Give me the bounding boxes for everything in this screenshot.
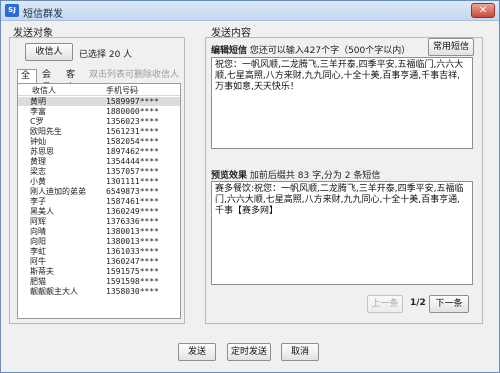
recipient-name: 斯蒂夫 bbox=[30, 267, 54, 276]
recipient-phone: 1561231**** bbox=[106, 127, 159, 136]
cancel-button[interactable]: 取消 bbox=[281, 343, 319, 361]
recipient-phone: 1591575**** bbox=[106, 267, 159, 276]
column-header-recipient[interactable]: 收信人 bbox=[32, 85, 56, 96]
recipient-phone: 1361033**** bbox=[106, 247, 159, 256]
recipient-name: 钟灿 bbox=[30, 137, 46, 146]
close-button[interactable]: ✕ bbox=[471, 3, 495, 18]
prev-message-button[interactable]: 上一条 bbox=[367, 295, 403, 313]
sms-editor[interactable]: 祝您：一帆风顺,二龙腾飞,三羊开泰,四季平安,五福临门,六六大顺,七星高照,八方… bbox=[211, 57, 473, 149]
recipient-phone: 1582054**** bbox=[106, 137, 159, 146]
recipient-name: 黄理 bbox=[30, 157, 46, 166]
preview-hint: 加前后缀共 83 字,分为 2 条短信 bbox=[249, 171, 381, 181]
recipient-name: 苏思思 bbox=[30, 147, 54, 156]
recipient-name: 黑美人 bbox=[30, 207, 54, 216]
table-row[interactable]: 黄理 1354444**** bbox=[18, 157, 180, 166]
sms-broadcast-window: SJ 短信群发 ✕ 发送对象 收信人 已选择 20 人 全部 会员 客户 双击列… bbox=[0, 0, 500, 373]
table-row[interactable]: 梁志 1357057**** bbox=[18, 167, 180, 176]
recipient-name: 阿辉 bbox=[30, 217, 46, 226]
recipient-phone: 6549873**** bbox=[106, 187, 159, 196]
recipient-name: 小黄 bbox=[30, 177, 46, 186]
recipient-phone: 1380013**** bbox=[106, 227, 159, 236]
recipient-phone: 1897462**** bbox=[106, 147, 159, 156]
recipient-phone: 1380013**** bbox=[106, 237, 159, 246]
table-row[interactable]: 刚人迪加的弟弟 6549873**** bbox=[18, 187, 180, 196]
tab-members[interactable]: 会员 bbox=[39, 69, 61, 93]
recipient-name: 欧阳先生 bbox=[30, 127, 62, 136]
send-button[interactable]: 发送 bbox=[178, 343, 216, 361]
recipient-name: 黄明 bbox=[30, 97, 46, 106]
tab-customers[interactable]: 客户 bbox=[63, 69, 85, 93]
window-title: 短信群发 bbox=[23, 9, 63, 20]
recipient-name: 向晴 bbox=[30, 227, 46, 236]
recipient-phone: 1301111**** bbox=[106, 177, 159, 186]
recipient-phone: 1360249**** bbox=[106, 207, 159, 216]
common-sms-button[interactable]: 常用短信 bbox=[428, 38, 474, 56]
recipient-name: 梁志 bbox=[30, 167, 46, 176]
table-row[interactable]: 钟灿 1582054**** bbox=[18, 137, 180, 146]
table-row[interactable]: 李富 1880000**** bbox=[18, 107, 180, 116]
sms-preview: 赛多餐饮:祝您：一帆风顺,二龙腾飞,三羊开泰,四季平安,五福临门,六六大顺,七星… bbox=[211, 181, 473, 285]
recipient-phone: 1376336**** bbox=[106, 217, 159, 226]
tab-hint: 双击列表可删除收信人 bbox=[89, 70, 180, 80]
column-header-phone[interactable]: 手机号码 bbox=[106, 85, 138, 96]
next-message-button[interactable]: 下一条 bbox=[429, 295, 469, 313]
title-bar: SJ 短信群发 ✕ bbox=[1, 1, 499, 21]
recipient-name: 阿牛 bbox=[30, 257, 46, 266]
table-row[interactable]: 黑美人 1360249**** bbox=[18, 207, 180, 216]
table-row[interactable]: 阿牛 1360247**** bbox=[18, 257, 180, 266]
recipient-phone: 1354444**** bbox=[106, 157, 159, 166]
recipient-phone: 1358030**** bbox=[106, 287, 159, 296]
timed-send-button[interactable]: 定时发送 bbox=[227, 343, 271, 361]
table-row[interactable]: 向阳 1380013**** bbox=[18, 237, 180, 246]
recipient-phone: 1357057**** bbox=[106, 167, 159, 176]
recipient-name: 肥猫 bbox=[30, 277, 46, 286]
recipient-phone: 1587461**** bbox=[106, 197, 159, 206]
table-row[interactable]: 苏思思 1897462**** bbox=[18, 147, 180, 156]
edit-sms-title: 编辑短信 bbox=[211, 46, 248, 56]
app-icon: SJ bbox=[5, 4, 19, 17]
recipient-phone: 1880000**** bbox=[106, 107, 159, 116]
edit-sms-label: 编辑短信 您还可以输入427个字（500个字以内） bbox=[211, 43, 410, 56]
table-row[interactable]: 李子 1587461**** bbox=[18, 197, 180, 206]
table-row[interactable]: 向晴 1380013**** bbox=[18, 227, 180, 236]
table-row[interactable]: 李虹 1361033**** bbox=[18, 247, 180, 256]
table-row[interactable]: 黄明 1589997**** bbox=[18, 97, 180, 106]
recipient-phone: 1356023**** bbox=[106, 117, 159, 126]
recipient-name: 靓靓靓主大人 bbox=[30, 287, 78, 296]
recipient-phone: 1591598**** bbox=[106, 277, 159, 286]
recipient-name: 李子 bbox=[30, 197, 46, 206]
recipient-button[interactable]: 收信人 bbox=[25, 43, 73, 61]
recipient-phone: 1360247**** bbox=[106, 257, 159, 266]
recipient-name: 李虹 bbox=[30, 247, 46, 256]
selected-count: 已选择 20 人 bbox=[79, 50, 133, 60]
preview-label: 预览效果 加前后缀共 83 字,分为 2 条短信 bbox=[211, 168, 380, 181]
table-row[interactable]: 阿辉 1376336**** bbox=[18, 217, 180, 226]
table-row[interactable]: 肥猫 1591598**** bbox=[18, 277, 180, 286]
edit-sms-hint: 您还可以输入427个字（500个字以内） bbox=[249, 46, 411, 56]
table-row[interactable]: 靓靓靓主大人 1358030**** bbox=[18, 287, 180, 296]
recipient-list[interactable]: 收信人 手机号码 黄明 1589997**** 李富 1880000**** C罗 135… bbox=[17, 83, 181, 319]
table-row[interactable]: 小黄 1301111**** bbox=[18, 177, 180, 186]
table-row[interactable]: 欧阳先生 1561231**** bbox=[18, 127, 180, 136]
page-indicator: 1/2 bbox=[410, 298, 426, 308]
table-row[interactable]: 斯蒂夫 1591575**** bbox=[18, 267, 180, 276]
tab-all[interactable]: 全部 bbox=[17, 69, 37, 94]
recipient-name: 李富 bbox=[30, 107, 46, 116]
recipient-name: 向阳 bbox=[30, 237, 46, 246]
table-row[interactable]: C罗 1356023**** bbox=[18, 117, 180, 126]
list-header: 收信人 手机号码 bbox=[18, 84, 180, 96]
recipient-name: 刚人迪加的弟弟 bbox=[30, 187, 86, 196]
recipient-name: C罗 bbox=[30, 117, 44, 126]
preview-title: 预览效果 bbox=[211, 171, 248, 181]
recipient-phone: 1589997**** bbox=[106, 97, 159, 106]
